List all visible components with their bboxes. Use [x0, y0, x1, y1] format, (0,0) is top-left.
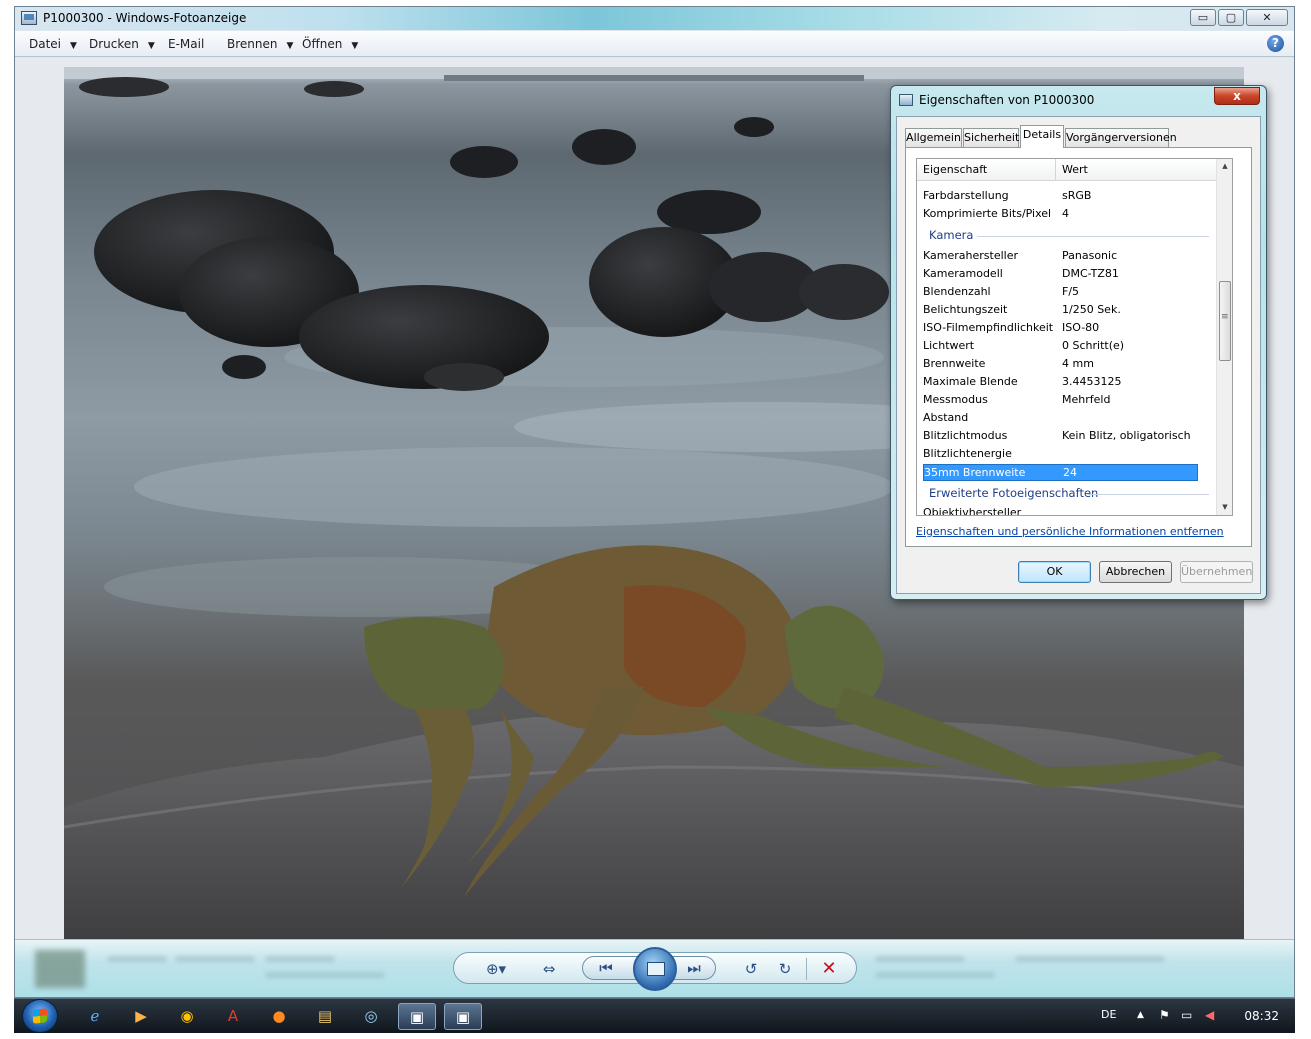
title-bar[interactable]: P1000300 - Windows-Fotoanzeige ▭ ▢ ✕ — [15, 7, 1294, 30]
divider — [806, 958, 807, 980]
volume-muted-icon[interactable]: ◀ — [1205, 1008, 1214, 1022]
chevron-down-icon: ▼ — [286, 41, 294, 51]
internet-explorer-icon[interactable]: ℯ — [76, 1003, 114, 1030]
firefox-icon[interactable]: ● — [260, 1003, 298, 1030]
cancel-button[interactable]: Abbrechen — [1099, 561, 1172, 583]
column-divider[interactable] — [1055, 159, 1056, 181]
fit-window-icon[interactable]: ⇔ — [538, 959, 560, 979]
ghost-info — [175, 956, 255, 962]
language-indicator[interactable]: DE — [1101, 1008, 1116, 1021]
properties-task-icon[interactable]: ▣ — [444, 1003, 482, 1030]
pdf-reader-icon[interactable]: A — [214, 1003, 252, 1030]
flag-icon[interactable]: ⚑ — [1159, 1008, 1170, 1022]
properties-list[interactable]: Eigenschaft Wert Farbdarstellung sRGB Kom… — [916, 158, 1233, 516]
list-item[interactable]: Maximale Blende 3.4453125 — [923, 374, 1198, 391]
system-tray: DE ▲ ⚑ ▭ ◀ 08:32 — [1075, 999, 1295, 1034]
menu-brennen[interactable]: Brennen ▼ — [227, 37, 293, 51]
slideshow-button[interactable] — [633, 947, 677, 991]
properties-dialog: Eigenschaften von P1000300 x Allgemein S… — [890, 85, 1267, 600]
list-item[interactable]: Blitzlichtenergie — [923, 446, 1198, 463]
list-item[interactable]: Kamerahersteller Panasonic — [923, 248, 1198, 265]
next-icon[interactable]: ⏭ — [683, 958, 705, 978]
clock[interactable]: 08:32 — [1244, 1009, 1279, 1023]
list-item[interactable]: ISO-Filmempfindlichkeit ISO-80 — [923, 320, 1198, 337]
scroll-up-icon[interactable]: ▲ — [1220, 162, 1230, 170]
list-item[interactable]: Blendenzahl F/5 — [923, 284, 1198, 301]
apply-button[interactable]: Übernehmen — [1180, 561, 1253, 583]
scroll-down-icon[interactable]: ▼ — [1220, 503, 1230, 511]
list-item[interactable]: Objektivhersteller — [923, 505, 1198, 515]
office-icon[interactable]: ◉ — [168, 1003, 206, 1030]
maximize-button[interactable]: ▢ — [1218, 9, 1244, 26]
photo-viewer-task-icon[interactable]: ▣ — [398, 1003, 436, 1030]
remove-properties-link[interactable]: Eigenschaften und persönliche Informatio… — [916, 525, 1224, 538]
rotate-ccw-icon[interactable]: ↺ — [740, 959, 762, 979]
list-item[interactable]: Komprimierte Bits/Pixel 4 — [923, 206, 1198, 223]
list-item[interactable]: Brennweite 4 mm — [923, 356, 1198, 373]
list-item[interactable]: Belichtungszeit 1/250 Sek. — [923, 302, 1198, 319]
ghost-info — [107, 956, 167, 962]
tab-allgemein[interactable]: Allgemein — [905, 128, 962, 147]
dialog-close-button[interactable]: x — [1214, 87, 1260, 105]
menu-email[interactable]: E-Mail — [168, 37, 204, 51]
rotate-cw-icon[interactable]: ↻ — [774, 959, 796, 979]
list-item[interactable]: Lichtwert 0 Schritt(e) — [923, 338, 1198, 355]
search-icon[interactable]: ◎ — [352, 1003, 390, 1030]
slideshow-icon — [647, 962, 665, 976]
menu-bar: Datei ▼ Drucken ▼ E-Mail Brennen ▼ Öffnen ▼ … — [15, 31, 1294, 57]
column-eigenschaft[interactable]: Eigenschaft — [923, 163, 987, 176]
menu-oeffnen[interactable]: Öffnen ▼ — [302, 37, 358, 51]
ghost-info — [875, 956, 965, 962]
tab-sicherheit[interactable]: Sicherheit — [963, 128, 1019, 147]
tab-vorgaengerversionen[interactable]: Vorgängerversionen — [1065, 128, 1177, 147]
delete-icon[interactable]: ✕ — [818, 959, 840, 979]
media-player-icon[interactable]: ▶ — [122, 1003, 160, 1030]
previous-icon[interactable]: ⏮ — [595, 958, 617, 978]
ghost-info — [875, 972, 995, 978]
ghost-info — [265, 956, 335, 962]
menu-datei[interactable]: Datei ▼ — [29, 37, 77, 51]
column-wert[interactable]: Wert — [1062, 163, 1088, 176]
ghost-info — [265, 972, 385, 978]
chevron-down-icon: ▼ — [70, 41, 77, 51]
group-header-erweiterte: Erweiterte Fotoeigenschaften — [929, 486, 1209, 503]
details-panel: Eigenschaft Wert Farbdarstellung sRGB Kom… — [905, 147, 1252, 547]
minimize-button[interactable]: ▭ — [1190, 9, 1216, 26]
dialog-title: Eigenschaften von P1000300 — [919, 93, 1095, 107]
list-header: Eigenschaft Wert — [917, 159, 1217, 181]
close-button[interactable]: ✕ — [1246, 9, 1288, 26]
chevron-down-icon: ▼ — [147, 41, 155, 51]
menu-drucken[interactable]: Drucken ▼ — [89, 37, 155, 51]
window-title: P1000300 - Windows-Fotoanzeige — [43, 11, 247, 25]
dialog-body: Allgemein Sicherheit Details Vorgängerve… — [896, 116, 1261, 594]
help-icon[interactable]: ? — [1267, 35, 1284, 52]
thumbnail-preview — [35, 950, 85, 988]
photo-viewer-app-icon — [21, 11, 37, 25]
list-item[interactable]: Messmodus Mehrfeld — [923, 392, 1198, 409]
playback-controls: ⊕▾ ⇔ ⏮ ⏭ ↺ ↻ ✕ — [453, 947, 857, 991]
list-item[interactable]: Kameramodell DMC-TZ81 — [923, 266, 1198, 283]
vertical-scrollbar[interactable]: ▲ ▼ — [1216, 159, 1232, 515]
chevron-up-icon[interactable]: ▲ — [1137, 1010, 1144, 1020]
scroll-thumb[interactable] — [1219, 281, 1231, 361]
list-item[interactable]: Abstand — [923, 410, 1198, 427]
list-item[interactable]: Blitzlichtmodus Kein Blitz, obligatorisch — [923, 428, 1198, 445]
file-properties-icon — [899, 94, 913, 106]
tab-details[interactable]: Details — [1020, 125, 1064, 148]
list-item-selected[interactable]: 35mm Brennweite 24 — [923, 464, 1198, 481]
start-button[interactable] — [22, 999, 58, 1033]
ok-button[interactable]: OK — [1018, 561, 1091, 583]
chevron-down-icon: ▼ — [351, 41, 359, 51]
magnifier-plus-icon[interactable]: ⊕▾ — [478, 959, 514, 979]
taskbar: ℯ ▶ ◉ A ● ▤ ◎ ▣ ▣ DE ▲ ⚑ ▭ ◀ 08:32 — [14, 998, 1295, 1033]
group-header-kamera: Kamera — [929, 228, 1209, 245]
viewer-control-bar: ⊕▾ ⇔ ⏮ ⏭ ↺ ↻ ✕ — [15, 939, 1294, 997]
window-controls: ▭ ▢ ✕ — [1190, 9, 1288, 26]
list-item[interactable]: Farbdarstellung sRGB — [923, 188, 1198, 205]
explorer-folder-icon[interactable]: ▤ — [306, 1003, 344, 1030]
network-icon[interactable]: ▭ — [1181, 1008, 1192, 1022]
ghost-info — [1015, 956, 1165, 962]
